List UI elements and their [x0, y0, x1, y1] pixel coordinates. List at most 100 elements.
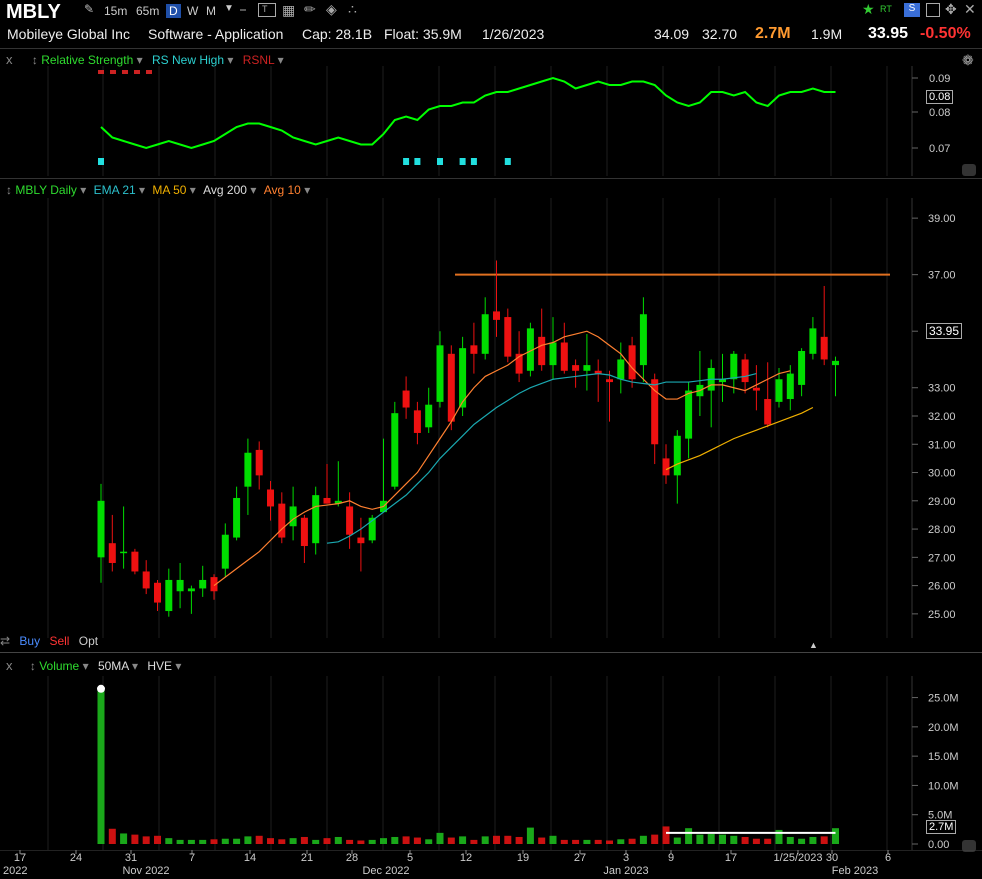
rs-axis-0: 0.09	[929, 73, 950, 85]
volume-bar	[380, 838, 387, 844]
date-tick-label: 17	[725, 852, 737, 864]
candle	[764, 362, 772, 428]
volume-close-button[interactable]: x	[6, 658, 13, 673]
symbol-label[interactable]: MBLY	[6, 1, 61, 24]
legend-avg200[interactable]: Avg 200	[203, 183, 247, 197]
volume-legend: x ↕ Volume ▾ 50MA ▾ HVE ▾	[6, 658, 181, 673]
dropdown-icon[interactable]: ▾	[190, 183, 196, 197]
price-move-icon[interactable]: ↕	[6, 183, 12, 197]
rs-item-relative-strength[interactable]: Relative Strength	[41, 53, 133, 67]
candle-body	[651, 379, 659, 445]
rs-value-tag: 0.08	[926, 90, 954, 104]
candle	[481, 297, 489, 360]
trade-arrows-icon[interactable]: ⇄	[0, 634, 10, 648]
candle	[696, 350, 704, 416]
month-label: Dec 2022	[362, 865, 409, 877]
legend-ma50[interactable]: MA 50	[152, 183, 186, 197]
buy-button[interactable]: Buy	[19, 634, 40, 648]
date-tick-label: 31	[125, 852, 137, 864]
candle	[560, 322, 568, 374]
volume-bar	[481, 836, 489, 844]
pencil-icon[interactable]: ✏	[304, 1, 316, 18]
volume-axis-label: 10.0M	[928, 780, 959, 792]
legend-ema21[interactable]: EMA 21	[94, 183, 136, 197]
candle-body	[267, 489, 274, 507]
rs-item-rsnl[interactable]: RSNL	[243, 53, 275, 67]
price-axis-label: 30.00	[928, 468, 956, 480]
tf-65m[interactable]: 65m	[136, 4, 159, 18]
volume-bar	[323, 838, 331, 844]
legend-50ma[interactable]: 50MA	[98, 659, 129, 673]
layers-icon[interactable]: ◈	[326, 1, 337, 18]
dropdown-icon[interactable]: ▾	[139, 183, 145, 197]
dropdown-icon[interactable]: ▾	[132, 659, 138, 673]
candle-body	[832, 360, 839, 366]
rs-move-icon[interactable]: ↕	[32, 53, 38, 67]
dropdown-icon[interactable]: ▾	[137, 53, 143, 67]
dropdown-icon[interactable]: ▾	[83, 659, 89, 673]
last-price: 33.95	[868, 25, 909, 42]
candle-body	[673, 435, 681, 476]
candle	[583, 334, 591, 391]
legend-hve[interactable]: HVE	[147, 659, 172, 673]
text-tool-icon[interactable]: T	[258, 3, 276, 17]
price-chart[interactable]: 39.0037.0035.0033.0032.0031.0030.0029.00…	[0, 198, 982, 638]
rs-close-button[interactable]: x	[6, 52, 13, 67]
candle-body	[425, 404, 433, 428]
dropdown-icon[interactable]: ▾	[175, 659, 181, 673]
volume-bar	[730, 835, 738, 844]
symbol-info-bar: Mobileye Global Inc Software - Applicati…	[0, 24, 982, 46]
dropdown-icon[interactable]: ▾	[278, 53, 284, 67]
dropdown-icon[interactable]: ▾	[80, 183, 86, 197]
candle-body	[278, 503, 286, 538]
volume-bar	[334, 836, 342, 844]
volume-bar	[572, 839, 580, 844]
price-axis-label: 29.00	[928, 496, 956, 508]
volume-bar	[176, 839, 184, 844]
star-icon[interactable]: ★	[862, 1, 875, 18]
legend-symbol-daily[interactable]: MBLY Daily	[15, 183, 77, 197]
s-icon[interactable]: S	[904, 3, 920, 17]
volume-bar	[142, 836, 150, 844]
tf-daily[interactable]: D	[166, 4, 181, 18]
date-tick-label: 28	[346, 852, 358, 864]
candle	[391, 401, 399, 490]
volume-bar	[538, 837, 546, 844]
candle-body	[187, 588, 195, 592]
collapse-icon[interactable]: ▲	[809, 640, 818, 650]
volume-move-icon[interactable]: ↕	[30, 659, 36, 673]
legend-volume[interactable]: Volume	[39, 659, 79, 673]
dropdown-icon[interactable]: ▾	[227, 53, 233, 67]
legend-avg10[interactable]: Avg 10	[264, 183, 301, 197]
candle-body	[504, 317, 512, 357]
share-icon[interactable]: ∴	[348, 1, 357, 18]
dropdown-icon[interactable]: ▾	[250, 183, 256, 197]
candle-body	[300, 517, 308, 547]
options-button[interactable]: Opt	[79, 634, 98, 648]
volume-bar	[662, 826, 670, 844]
dropdown-icon[interactable]: ▾	[304, 183, 310, 197]
calculator-icon[interactable]: ▦	[282, 2, 295, 19]
close-icon[interactable]: ✕	[964, 1, 976, 18]
pin-icon[interactable]: ✎	[84, 2, 94, 16]
tf-monthly[interactable]: M	[206, 4, 216, 18]
tf-weekly[interactable]: W	[187, 4, 198, 18]
volume-bar	[289, 838, 297, 844]
crosshair-icon[interactable]: ✥	[945, 1, 957, 18]
price-axis-label: 39.00	[928, 213, 956, 225]
candle	[572, 359, 580, 388]
draw-line-icon[interactable]: ⎯	[240, 2, 246, 17]
rs-item-new-high[interactable]: RS New High	[152, 53, 224, 67]
rt-icon[interactable]: RT	[880, 4, 892, 14]
rs-axis-1: 0.08	[929, 107, 950, 119]
price-axis-label: 26.00	[928, 581, 956, 593]
candle-body	[775, 379, 783, 402]
candle	[289, 486, 297, 541]
tf-15m[interactable]: 15m	[104, 4, 127, 18]
tf-dropdown-icon[interactable]: ▼	[224, 3, 234, 14]
sell-button[interactable]: Sell	[49, 634, 69, 648]
day-high: 34.09	[654, 26, 690, 42]
scroll-icon[interactable]	[962, 164, 976, 176]
window-icon[interactable]	[926, 3, 940, 17]
hve-marker	[97, 684, 105, 693]
